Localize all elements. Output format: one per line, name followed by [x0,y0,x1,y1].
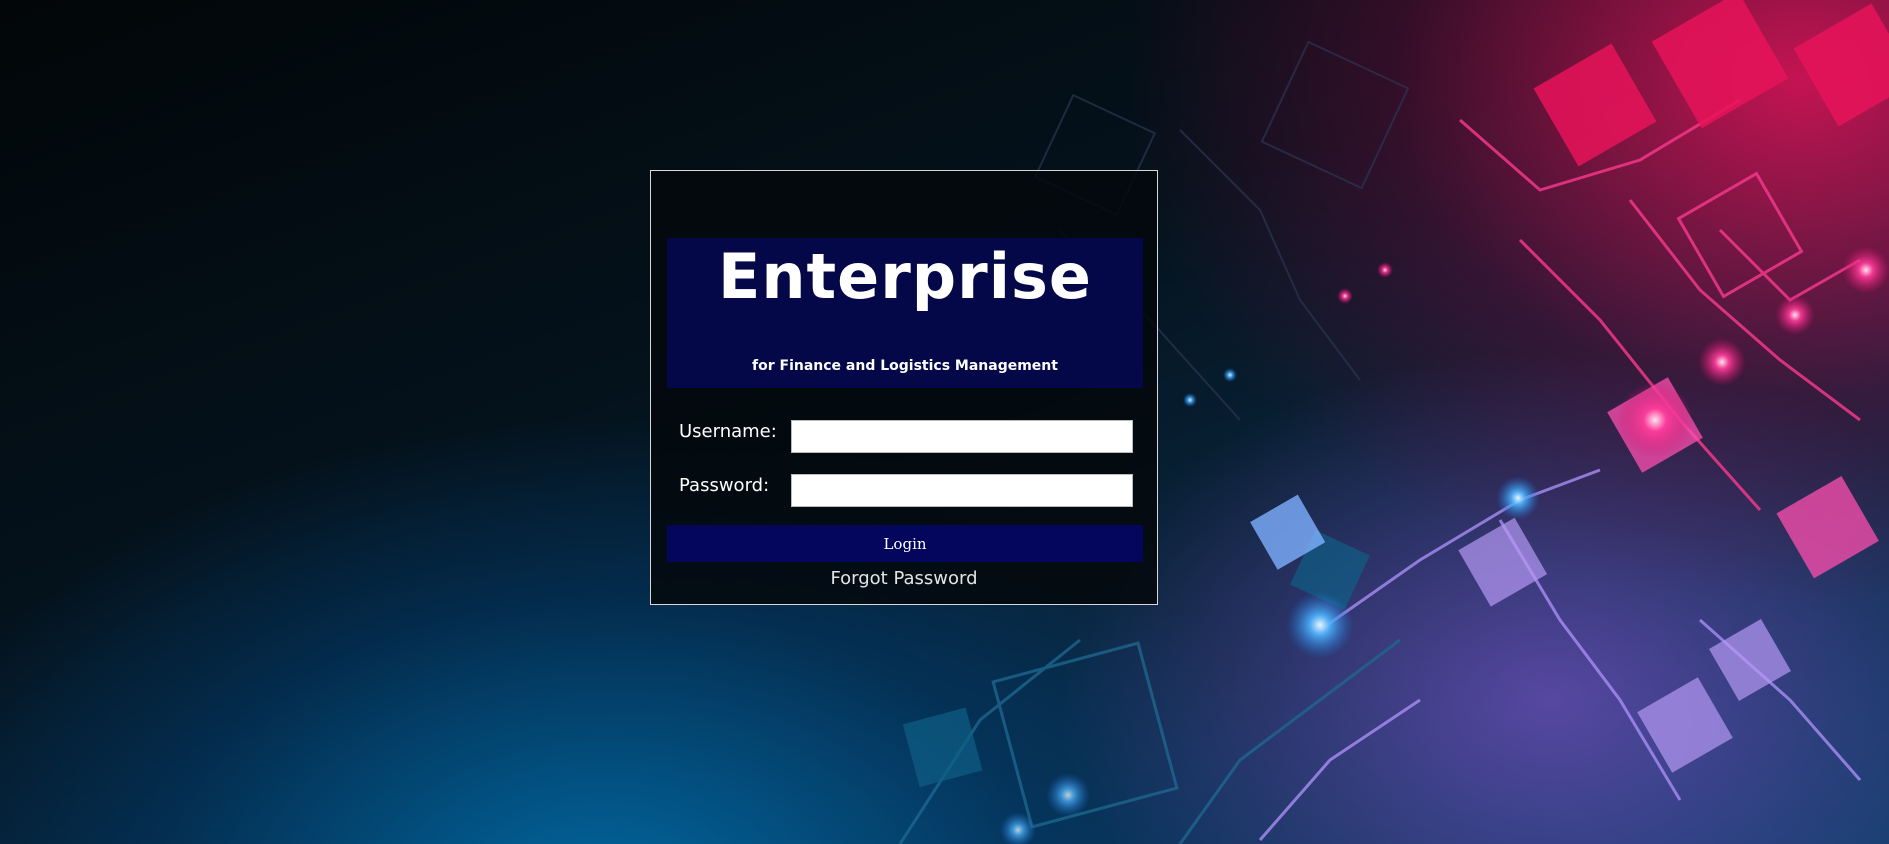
forgot-password-link[interactable]: Forgot Password [651,568,1157,589]
app-subtitle: for Finance and Logistics Management [752,358,1058,374]
title-banner: Enterprise for Finance and Logistics Man… [667,238,1143,388]
username-input[interactable] [791,420,1133,453]
password-input[interactable] [791,474,1133,507]
login-page: Enterprise for Finance and Logistics Man… [0,0,1889,844]
app-title: Enterprise [718,240,1092,313]
login-panel: Enterprise for Finance and Logistics Man… [650,170,1158,605]
password-label: Password: [679,475,770,496]
username-label: Username: [679,421,777,442]
login-button[interactable]: Login [667,525,1143,562]
